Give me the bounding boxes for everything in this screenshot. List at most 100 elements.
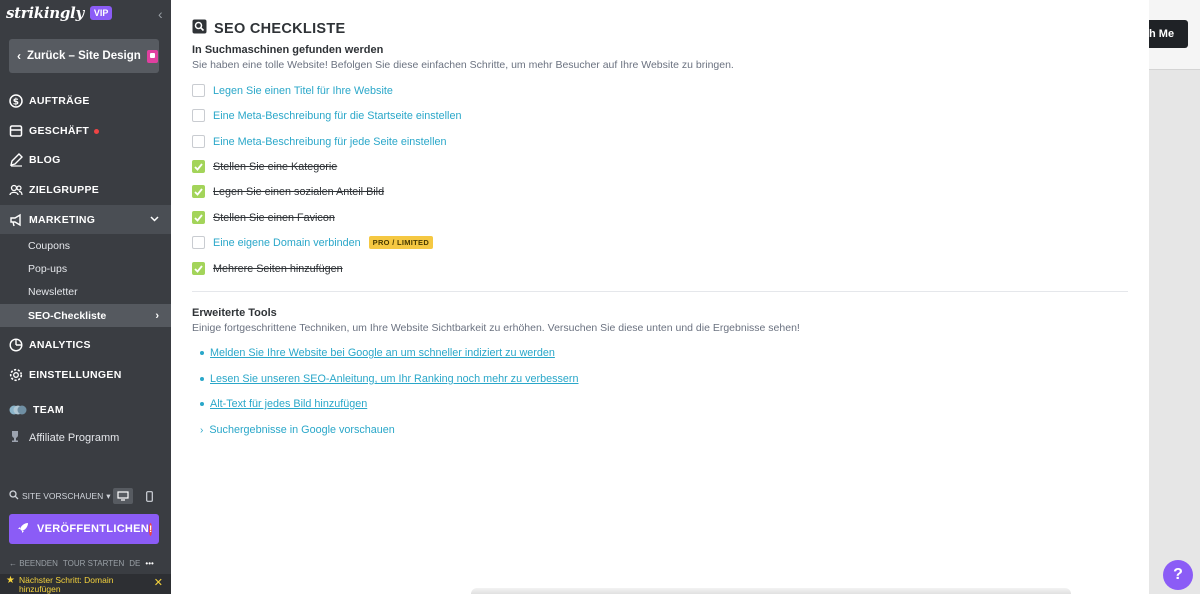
sub-item-label: SEO-Checkliste bbox=[28, 309, 107, 322]
sub-item-popups[interactable]: Pop-ups bbox=[0, 257, 171, 280]
back-button-label: Zurück – Site Design bbox=[27, 50, 141, 62]
gear-icon bbox=[9, 368, 23, 382]
trophy-icon bbox=[9, 430, 21, 446]
checklist-item: Stellen Sie eine Kategorie bbox=[192, 160, 337, 173]
backdrop-button[interactable]: h Me bbox=[1149, 20, 1188, 48]
checklist-item-label[interactable]: Eine eigene Domain verbinden bbox=[213, 237, 361, 249]
nav-label: EINSTELLUNGEN bbox=[29, 369, 122, 381]
checklist-item-label: Legen Sie einen sozialen Anteil Bild bbox=[213, 185, 385, 198]
help-button[interactable]: ? bbox=[1163, 560, 1193, 590]
checklist-item: Legen Sie einen sozialen Anteil Bild bbox=[192, 185, 384, 198]
google-preview-label: Suchergebnisse in Google vorschauen bbox=[209, 424, 395, 436]
star-icon: ★ bbox=[6, 575, 15, 586]
nav-item-analytics[interactable]: ANALYTICS bbox=[0, 331, 171, 359]
nav-label: TEAM bbox=[33, 404, 64, 416]
nav-item-geschaeft[interactable]: GESCHÄFT bbox=[0, 117, 171, 145]
checklist-item-label[interactable]: Legen Sie einen Titel für Ihre Website bbox=[213, 85, 393, 97]
site-preview-button[interactable]: SITE VORSCHAUEN bbox=[22, 491, 103, 501]
search-icon bbox=[9, 490, 19, 502]
nav-item-zielgruppe[interactable]: ZIELGRUPPE bbox=[0, 176, 171, 204]
megaphone-icon bbox=[9, 213, 23, 227]
collapse-sidebar-icon[interactable]: ‹ bbox=[158, 6, 163, 22]
checklist-checkbox[interactable] bbox=[192, 262, 205, 275]
nav-item-einstellungen[interactable]: EINSTELLUNGEN bbox=[0, 361, 171, 389]
checkmark-icon bbox=[194, 162, 203, 171]
section-desc-tools: Einige fortgeschrittene Techniken, um Ih… bbox=[192, 322, 800, 334]
sub-item-seo-checkliste[interactable]: SEO-Checkliste › bbox=[0, 304, 171, 327]
checklist-checkbox[interactable] bbox=[192, 84, 205, 97]
nav-label: GESCHÄFT bbox=[29, 125, 90, 137]
checklist-checkbox[interactable] bbox=[192, 160, 205, 173]
checklist-checkbox[interactable] bbox=[192, 211, 205, 224]
bullet bbox=[200, 351, 204, 355]
tool-link-google-submit[interactable]: Melden Sie Ihre Website bei Google an um… bbox=[210, 347, 555, 359]
modal-shadow bbox=[471, 588, 1071, 594]
chevron-left-icon: ‹ bbox=[17, 49, 21, 63]
tool-link-seo-guide[interactable]: Lesen Sie unseren SEO-Anleitung, um Ihr … bbox=[210, 373, 579, 385]
pen-icon bbox=[9, 153, 23, 167]
nav-label: BLOG bbox=[29, 154, 61, 166]
checklist-checkbox[interactable] bbox=[192, 109, 205, 122]
brand-logo: strikingly bbox=[6, 4, 84, 22]
bullet bbox=[200, 402, 204, 406]
sub-item-coupons[interactable]: Coupons bbox=[0, 234, 171, 257]
back-to-site-design-button[interactable]: ‹ Zurück – Site Design bbox=[9, 39, 159, 73]
team-icon bbox=[9, 403, 27, 417]
svg-text:$: $ bbox=[13, 98, 20, 108]
checklist-item: Mehrere Seiten hinzufügen bbox=[192, 262, 343, 275]
section-heading-tools: Erweiterte Tools bbox=[192, 307, 277, 319]
tool-link-row: Lesen Sie unseren SEO-Anleitung, um Ihr … bbox=[200, 373, 579, 385]
checklist-checkbox[interactable] bbox=[192, 236, 205, 249]
rocket-icon bbox=[17, 522, 29, 537]
sidebar: strikingly VIP ‹ ‹ Zurück – Site Design … bbox=[0, 0, 171, 594]
nav-label: ZIELGRUPPE bbox=[29, 184, 100, 196]
affiliate-label: Affiliate Programm bbox=[29, 432, 120, 444]
site-preview-row: SITE VORSCHAUEN ▾ bbox=[9, 488, 159, 504]
desktop-view-button[interactable] bbox=[113, 488, 133, 504]
publish-alert-icon: ! bbox=[149, 522, 153, 536]
next-step-banner[interactable]: ★ Nächster Schritt: Domain hinzufügen ✕ bbox=[0, 574, 171, 594]
page-title-text: SEO CHECKLISTE bbox=[214, 20, 346, 37]
pie-chart-icon bbox=[9, 338, 23, 352]
checklist-checkbox[interactable] bbox=[192, 185, 205, 198]
tool-link-alt-text[interactable]: Alt-Text für jedes Bild hinzufügen bbox=[210, 398, 367, 410]
chevron-down-icon bbox=[150, 214, 159, 225]
checklist-item: Eine Meta-Beschreibung für die Startseit… bbox=[192, 109, 461, 122]
language-button[interactable]: DE bbox=[129, 559, 140, 568]
seo-checklist-panel: SEO CHECKLISTE In Suchmaschinen gefunden… bbox=[171, 0, 1149, 594]
mobile-view-button[interactable] bbox=[139, 488, 159, 504]
nav-item-marketing[interactable]: MARKETING bbox=[0, 205, 171, 234]
checkmark-icon bbox=[194, 187, 203, 196]
more-icon[interactable]: ••• bbox=[145, 559, 153, 568]
nav-label: AUFTRÄGE bbox=[29, 95, 90, 107]
close-icon[interactable]: ✕ bbox=[154, 578, 163, 589]
dollar-circle-icon: $ bbox=[9, 94, 23, 108]
pro-limited-badge: PRO / LIMITED bbox=[368, 236, 434, 249]
publish-button[interactable]: VERÖFFENTLICHEN ! bbox=[9, 514, 159, 544]
backdrop-button-label: h Me bbox=[1149, 28, 1175, 40]
next-step-label: Nächster Schritt: Domain hinzufügen bbox=[18, 575, 114, 594]
section-desc-search: Sie haben eine tolle Website! Befolgen S… bbox=[192, 59, 734, 71]
checklist-item-label: Mehrere Seiten hinzufügen bbox=[213, 262, 343, 275]
sub-item-newsletter[interactable]: Newsletter bbox=[0, 280, 171, 303]
brand[interactable]: strikingly VIP bbox=[6, 4, 113, 22]
tour-row: ← BEENDEN TOUR STARTEN DE ••• bbox=[9, 559, 154, 568]
nav-item-team[interactable]: TEAM bbox=[0, 396, 171, 424]
checkmark-icon bbox=[194, 264, 203, 273]
checklist-item: Eine eigene Domain verbinden PRO / LIMITE… bbox=[192, 236, 434, 249]
users-icon bbox=[9, 183, 23, 197]
nav-item-blog[interactable]: BLOG bbox=[0, 146, 171, 174]
page-title: SEO CHECKLISTE bbox=[192, 19, 346, 38]
nav-item-auftraege[interactable]: $ AUFTRÄGE bbox=[0, 87, 171, 115]
checklist-item-label[interactable]: Eine Meta-Beschreibung für die Startseit… bbox=[213, 110, 461, 122]
start-tour-button[interactable]: TOUR STARTEN bbox=[63, 559, 124, 568]
checklist-item-label[interactable]: Eine Meta-Beschreibung für jede Seite ei… bbox=[213, 136, 446, 148]
seo-search-icon bbox=[192, 19, 207, 38]
tool-link-row: Melden Sie Ihre Website bei Google an um… bbox=[200, 347, 555, 359]
google-preview-toggle[interactable]: › Suchergebnisse in Google vorschauen bbox=[200, 424, 395, 436]
end-tour-button[interactable]: ← BEENDEN bbox=[9, 559, 58, 568]
affiliate-program-link[interactable]: Affiliate Programm bbox=[9, 430, 119, 446]
checklist-item-label: Stellen Sie einen Favicon bbox=[213, 211, 335, 224]
nav-label: MARKETING bbox=[29, 213, 96, 226]
checklist-checkbox[interactable] bbox=[192, 135, 205, 148]
